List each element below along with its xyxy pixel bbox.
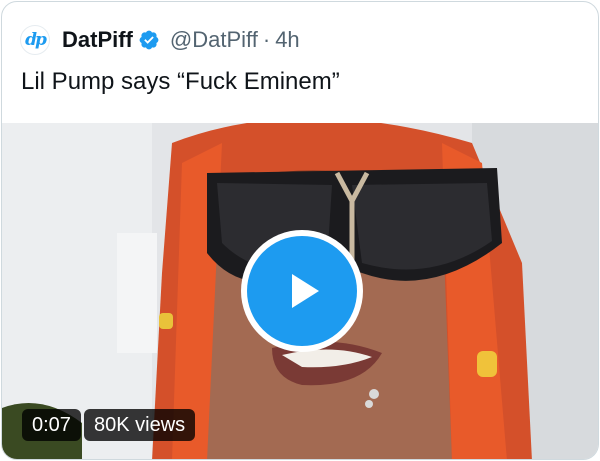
play-button-circle [247,236,357,346]
tweet-card[interactable]: dp DatPiff @DatPiff · 4h Lil Pump says “… [1,1,599,460]
separator-dot: · [262,27,271,52]
author-handle[interactable]: @DatPiff [170,27,258,53]
avatar[interactable]: dp [20,25,50,55]
timestamp[interactable]: 4h [275,27,299,53]
tweet-header: dp DatPiff @DatPiff · 4h [20,24,300,56]
author-name[interactable]: DatPiff [62,27,133,53]
play-icon [292,274,319,308]
video-views-badge: 80K views [84,409,196,441]
video-duration-badge: 0:07 [22,409,81,441]
tweet-text: Lil Pump says “Fuck Eminem” [21,68,340,95]
play-button[interactable] [241,230,363,352]
verified-badge-icon [139,30,159,50]
datpiff-logo-icon: dp [25,29,47,50]
